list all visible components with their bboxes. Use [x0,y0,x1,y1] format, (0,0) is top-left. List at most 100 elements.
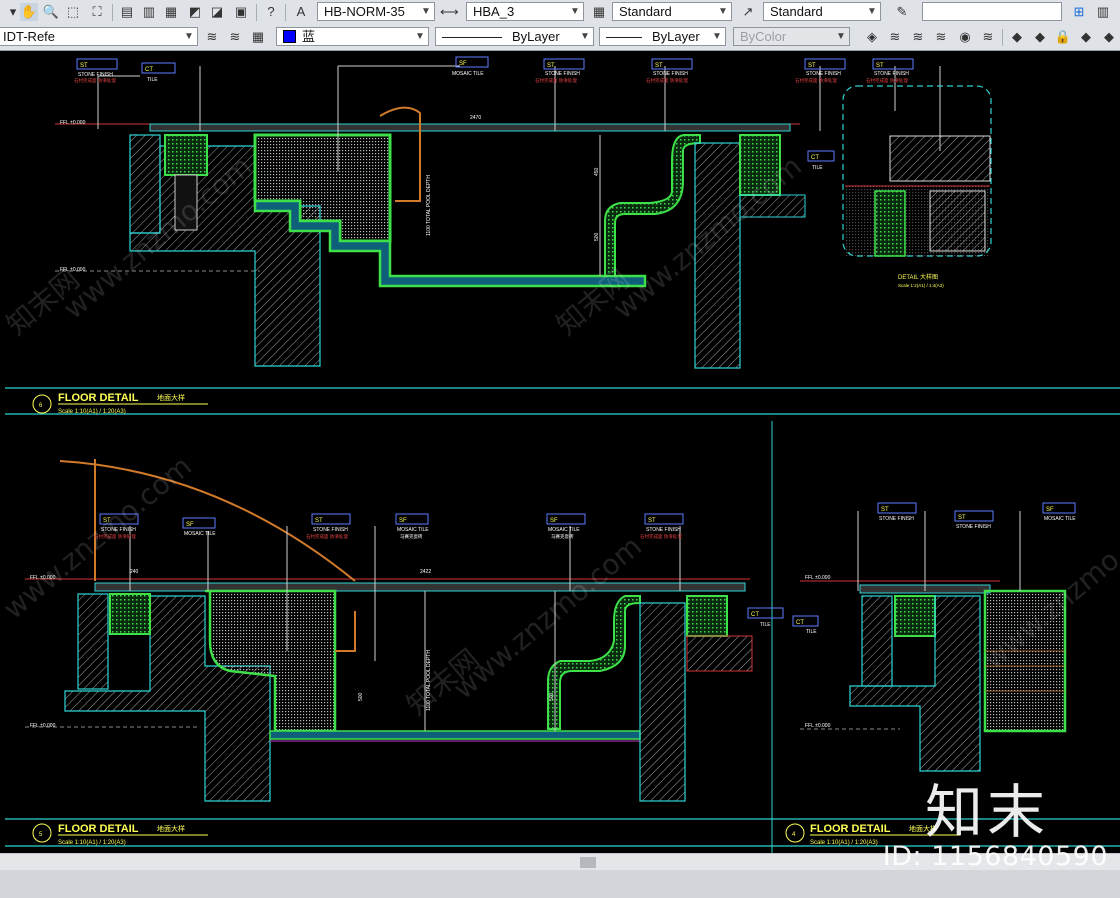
layer-walk-icon[interactable]: ≋ [979,28,997,46]
label-mosaic-cn: 马赛克瓷砖 [400,533,423,540]
label-mosaic-tile: MOSAIC TILE [452,71,484,77]
plotstyle-combo: ByColor ▼ [733,27,850,46]
label-stone-finish: STONE FINISH [653,71,688,77]
dim-text: 2422 [420,569,431,575]
plotstyle-value: ByColor [740,29,787,44]
dim-style-icon[interactable]: ⟷ [440,3,459,21]
layer-combo[interactable]: IDT-Refe ▼ [0,27,198,46]
scrollbar-thumb[interactable] [580,857,596,868]
ffl-label: FFL ±0.000 [805,723,831,729]
drawing-canvas[interactable]: ST CT SF ST ST ST ST CT STONE FINISH MOS… [0,51,1120,853]
tag-text: CT [145,67,153,73]
properties-icon[interactable]: ▤ [118,3,136,21]
lineweight-preview [606,37,642,39]
label-stone-cn: 石材完成面 防滑处理 [866,77,908,84]
multileader-style-icon[interactable]: ↗ [739,3,757,21]
linetype-combo[interactable]: ByLayer ▼ [435,27,594,46]
tag-text: ST [315,518,323,524]
help-icon[interactable]: ? [262,3,280,21]
properties-toolbar: IDT-Refe ▼ ≋ ≋ ▦ 蓝 ▼ ByLayer ▼ ByLayer ▼ ByC… [0,25,1120,51]
layer-off-icon[interactable]: ◈ [863,28,881,46]
design-center-icon[interactable]: ▥ [140,3,158,21]
detail-title-bottom-right: FLOOR DETAIL [810,823,891,835]
tablestyle-value: Standard [619,4,672,19]
ffl-label: FFL ±0.000 [805,575,831,581]
layer-thaw-icon[interactable]: ◆ [1031,28,1049,46]
layer-freeze-icon[interactable]: ≋ [909,28,927,46]
svg-text:6: 6 [39,403,43,409]
label-stone-cn: 石材完成面 防滑处理 [306,533,348,540]
pan-hand-icon[interactable]: ✋ [20,3,38,21]
layer-merge-icon[interactable]: ◆ [1077,28,1095,46]
chevron-down-icon: ▼ [184,31,194,42]
label-stone-finish: STONE FINISH [646,527,681,533]
ffl-label: FFL ±0.000 [30,723,56,729]
layer-match-icon[interactable]: ◉ [956,28,974,46]
tag-text: ST [808,63,816,69]
lineweight-combo[interactable]: ByLayer ▼ [599,27,726,46]
search-input[interactable] [922,2,1062,21]
styles-toolbar: ▾ ✋ 🔍 ⬚ ⛶ ▤ ▥ ▦ ◩ ◪ ▣ ? A HB-NORM-35 ▼ ⟷ … [0,0,1120,26]
layer-previous-icon[interactable]: ≋ [226,28,244,46]
layer-tools-icon[interactable]: ▥ [1094,3,1112,21]
label-tile: TILE [147,77,158,83]
chevron-down-icon: ▼ [570,6,580,17]
textstyle-combo[interactable]: Standard ▼ [763,2,881,21]
layer-delete-icon[interactable]: ◆ [1100,28,1118,46]
color-combo[interactable]: 蓝 ▼ [276,27,429,46]
dim-text: 500 [358,692,364,701]
detail-scale-bottom-left: Scale 1:10(A1) / 1:20(A3) [58,840,126,846]
tag-text: CT [796,620,804,626]
sheet-set-icon[interactable]: ◩ [186,3,204,21]
label-stone-cn: 石材完成面 防滑处理 [795,77,837,84]
tag-text: ST [881,507,889,513]
zoom-realtime-icon[interactable]: 🔍 [42,3,60,21]
layer-states-icon[interactable]: ▦ [249,28,267,46]
text-style-icon[interactable]: A [292,3,310,21]
layer-lock-icon[interactable]: ≋ [932,28,950,46]
add-icon[interactable]: ⊞ [1070,3,1088,21]
detail-cn-top: 地面大样 [157,393,185,402]
label-stone-finish: STONE FINISH [874,71,909,77]
chevron-down-icon: ▼ [867,6,877,17]
svg-text:5: 5 [39,832,43,838]
tag-text: SF [1046,507,1054,513]
tag-text: SF [399,518,407,524]
table-style-icon[interactable]: ▦ [590,3,608,21]
textstyle-value: Standard [770,4,823,19]
label-mosaic-tile: MOSAIC TILE [548,527,580,533]
tag-text: ST [958,515,966,521]
layer-value: IDT-Refe [3,29,56,44]
chevron-down-icon: ▼ [580,31,590,42]
linetype-preview [442,37,502,39]
make-current-layer-icon[interactable]: ≋ [203,28,221,46]
zoom-window-icon[interactable]: ⬚ [64,3,82,21]
markup-icon[interactable]: ◪ [208,3,226,21]
calculator-icon[interactable]: ▣ [232,3,250,21]
mleaderstyle-combo[interactable]: HBA_3 ▼ [466,2,584,21]
label-stone-cn: 石材完成面 防滑处理 [74,77,116,84]
tablestyle-combo[interactable]: Standard ▼ [612,2,732,21]
tag-text: SF [459,61,467,67]
svg-text:4: 4 [792,832,796,838]
dim-text: 500 [549,692,555,701]
edit-icon[interactable]: ✎ [893,3,911,21]
linetype-value: ByLayer [512,29,560,44]
label-stone-finish: STONE FINISH [806,71,841,77]
mleaderstyle-value: HBA_3 [473,4,515,19]
dimstyle-combo[interactable]: HB-NORM-35 ▼ [317,2,435,21]
cad-drawing: ST CT SF ST ST ST ST CT STONE FINISH MOS… [5,56,1120,853]
label-stone-finish: STONE FINISH [313,527,348,533]
label-mosaic-tile: MOSAIC TILE [1044,516,1076,522]
status-bar [0,870,1120,898]
callout-scale: Scale 1:2(A1) / 1:4(A3) [898,283,944,288]
layer-unlock-icon[interactable]: 🔒 [1054,28,1072,46]
layer-unisolate-icon[interactable]: ◆ [1008,28,1026,46]
ffl-label: FFL ±0.000 [60,120,86,126]
label-mosaic-tile: MOSAIC TILE [397,527,429,533]
chevron-down-icon: ▼ [836,31,846,42]
tag-text: ST [876,63,884,69]
zoom-extents-icon[interactable]: ⛶ [88,3,106,21]
tool-palettes-icon[interactable]: ▦ [162,3,180,21]
layer-isolate-icon[interactable]: ≋ [886,28,904,46]
